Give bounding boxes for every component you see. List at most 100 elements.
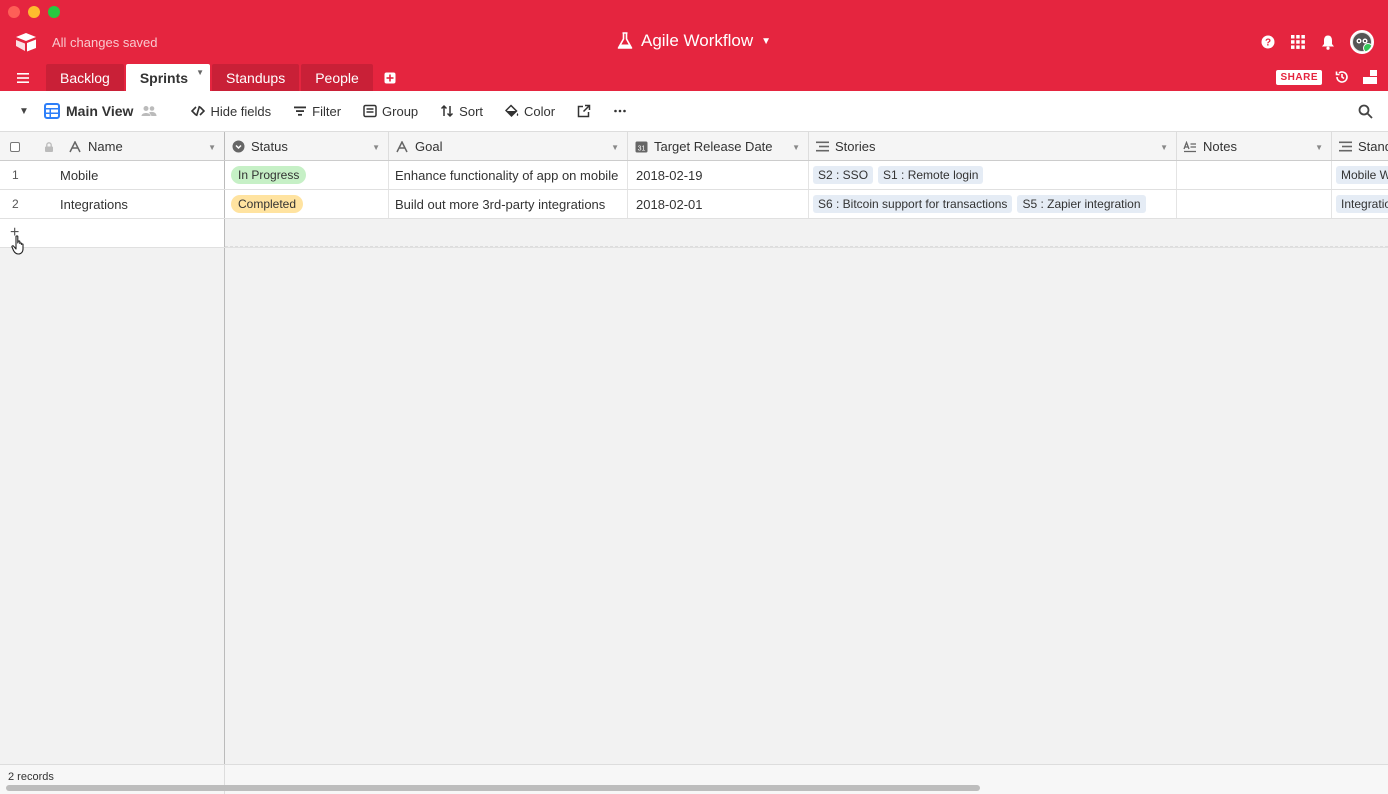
goal-cell[interactable]: Enhance functionality of app on mobile: [389, 161, 628, 189]
column-header-goal[interactable]: Goal ▼: [389, 132, 628, 160]
view-name[interactable]: Main View: [66, 103, 133, 119]
table-row[interactable]: 2 Integrations Completed Build out more …: [0, 190, 1388, 219]
table-tabs: Backlog Sprints ▼ Standups People: [0, 64, 405, 91]
status-cell[interactable]: Completed: [225, 190, 389, 218]
horizontal-scrollbar[interactable]: [6, 785, 980, 791]
notifications-bell-icon[interactable]: [1320, 34, 1336, 50]
tab-people[interactable]: People: [301, 64, 373, 91]
status-cell[interactable]: In Progress: [225, 161, 389, 189]
primary-cell[interactable]: 1 Mobile: [0, 161, 225, 189]
stories-cell[interactable]: S6 : Bitcoin support for transactions S5…: [809, 190, 1177, 218]
add-record-button[interactable]: +: [0, 219, 225, 247]
tab-backlog[interactable]: Backlog: [46, 64, 124, 91]
status-badge: In Progress: [231, 166, 307, 184]
sort-icon: [441, 104, 454, 118]
sort-button[interactable]: Sort: [440, 104, 483, 119]
history-icon[interactable]: [1334, 69, 1350, 85]
calendar-icon: 31: [634, 140, 648, 154]
tab-menu-chevron-icon[interactable]: ▼: [196, 68, 204, 77]
hamburger-menu-icon[interactable]: [0, 64, 46, 91]
standups-cell[interactable]: Integratio: [1332, 190, 1388, 218]
story-chip[interactable]: S6 : Bitcoin support for transactions: [813, 195, 1013, 213]
record-count: 2 records: [8, 771, 54, 783]
filter-button[interactable]: Filter: [293, 104, 341, 119]
minimize-window-button[interactable]: [28, 6, 40, 18]
column-menu-chevron-icon[interactable]: ▼: [208, 143, 216, 152]
more-options-button[interactable]: [613, 104, 627, 118]
view-list-chevron-icon[interactable]: ▼: [19, 106, 33, 117]
stories-cell[interactable]: S2 : SSO S1 : Remote login: [809, 161, 1177, 189]
add-record-area[interactable]: [225, 219, 1388, 247]
sort-label: Sort: [459, 103, 484, 119]
notes-cell[interactable]: [1177, 190, 1332, 218]
long-text-icon: [1183, 140, 1197, 154]
primary-cell[interactable]: 2 Integrations: [0, 190, 225, 218]
more-horizontal-icon: [614, 109, 626, 113]
notes-cell[interactable]: [1177, 161, 1332, 189]
base-title-text: Agile Workflow: [640, 31, 754, 50]
user-avatar[interactable]: [1350, 30, 1374, 54]
story-chip[interactable]: S5 : Zapier integration: [1017, 195, 1146, 213]
base-title[interactable]: Agile Workflow ▼: [617, 31, 771, 51]
table-row[interactable]: 1 Mobile In Progress Enhance functionali…: [0, 161, 1388, 190]
standups-cell[interactable]: Mobile W: [1332, 161, 1388, 189]
add-record-row[interactable]: +: [0, 219, 1388, 248]
name-value: Integrations: [60, 196, 128, 212]
column-menu-chevron-icon[interactable]: ▼: [611, 143, 619, 152]
close-window-button[interactable]: [8, 6, 20, 18]
hide-fields-label: Hide fields: [210, 103, 272, 119]
filter-icon: [294, 106, 307, 116]
view-toolbar: ▼ Main View Hide fields Filter Group Sor…: [0, 91, 1388, 132]
color-button[interactable]: Color: [505, 104, 555, 119]
tab-standups[interactable]: Standups: [212, 64, 300, 91]
grid-view-icon: [44, 103, 60, 119]
primary-column-header: Name ▼: [0, 132, 225, 160]
blocks-panel-icon[interactable]: [1362, 69, 1378, 85]
share-view-button[interactable]: [577, 104, 591, 118]
group-button[interactable]: Group: [363, 104, 418, 119]
goal-cell[interactable]: Build out more 3rd-party integrations: [389, 190, 628, 218]
story-chip[interactable]: S1 : Remote login: [878, 166, 984, 184]
column-target-release-date-label: Target Release Date: [654, 139, 773, 154]
date-cell[interactable]: 2018-02-19: [628, 161, 809, 189]
svg-text:?: ?: [1265, 38, 1271, 49]
standup-chip[interactable]: Integratio: [1336, 195, 1388, 213]
filter-label: Filter: [312, 103, 342, 119]
standup-chip[interactable]: Mobile W: [1336, 166, 1388, 184]
grid-header: Name ▼ Status ▼ Goal ▼ 31 Target Release…: [0, 132, 1388, 161]
tab-sprints-label: Sprints: [139, 69, 189, 86]
hand-pointer-cursor-icon: [11, 235, 24, 255]
column-header-status[interactable]: Status ▼: [225, 132, 389, 160]
help-icon[interactable]: ?: [1260, 34, 1276, 50]
maximize-window-button[interactable]: [48, 6, 60, 18]
svg-text:31: 31: [637, 146, 645, 153]
column-name-label[interactable]: Name: [88, 139, 123, 154]
text-field-icon: [68, 140, 82, 154]
hide-fields-button[interactable]: Hide fields: [191, 104, 271, 119]
select-all-checkbox[interactable]: [10, 141, 20, 152]
share-button[interactable]: SHARE: [1276, 69, 1322, 85]
column-header-notes[interactable]: Notes ▼: [1177, 132, 1332, 160]
group-icon: [363, 104, 377, 118]
window-controls: [8, 6, 60, 18]
column-header-standups[interactable]: Standups: [1332, 132, 1388, 160]
color-label: Color: [524, 103, 556, 119]
column-header-target-release-date[interactable]: 31 Target Release Date ▼: [628, 132, 809, 160]
story-chip[interactable]: S2 : SSO: [813, 166, 874, 184]
apps-grid-icon[interactable]: [1290, 34, 1306, 50]
column-menu-chevron-icon[interactable]: ▼: [1315, 143, 1323, 152]
tab-sprints[interactable]: Sprints ▼: [125, 64, 211, 91]
text-field-icon: [395, 140, 409, 154]
search-icon[interactable]: [1358, 104, 1373, 119]
column-stories-label: Stories: [835, 139, 876, 154]
date-cell[interactable]: 2018-02-01: [628, 190, 809, 218]
airtable-logo-icon[interactable]: [14, 32, 38, 52]
add-table-icon[interactable]: [375, 64, 405, 91]
column-menu-chevron-icon[interactable]: ▼: [792, 143, 800, 152]
column-menu-chevron-icon[interactable]: ▼: [372, 143, 380, 152]
group-label: Group: [382, 103, 419, 119]
column-menu-chevron-icon[interactable]: ▼: [1160, 143, 1168, 152]
lock-icon: [45, 141, 53, 152]
status-badge: Completed: [231, 195, 304, 213]
column-header-stories[interactable]: Stories ▼: [809, 132, 1177, 160]
